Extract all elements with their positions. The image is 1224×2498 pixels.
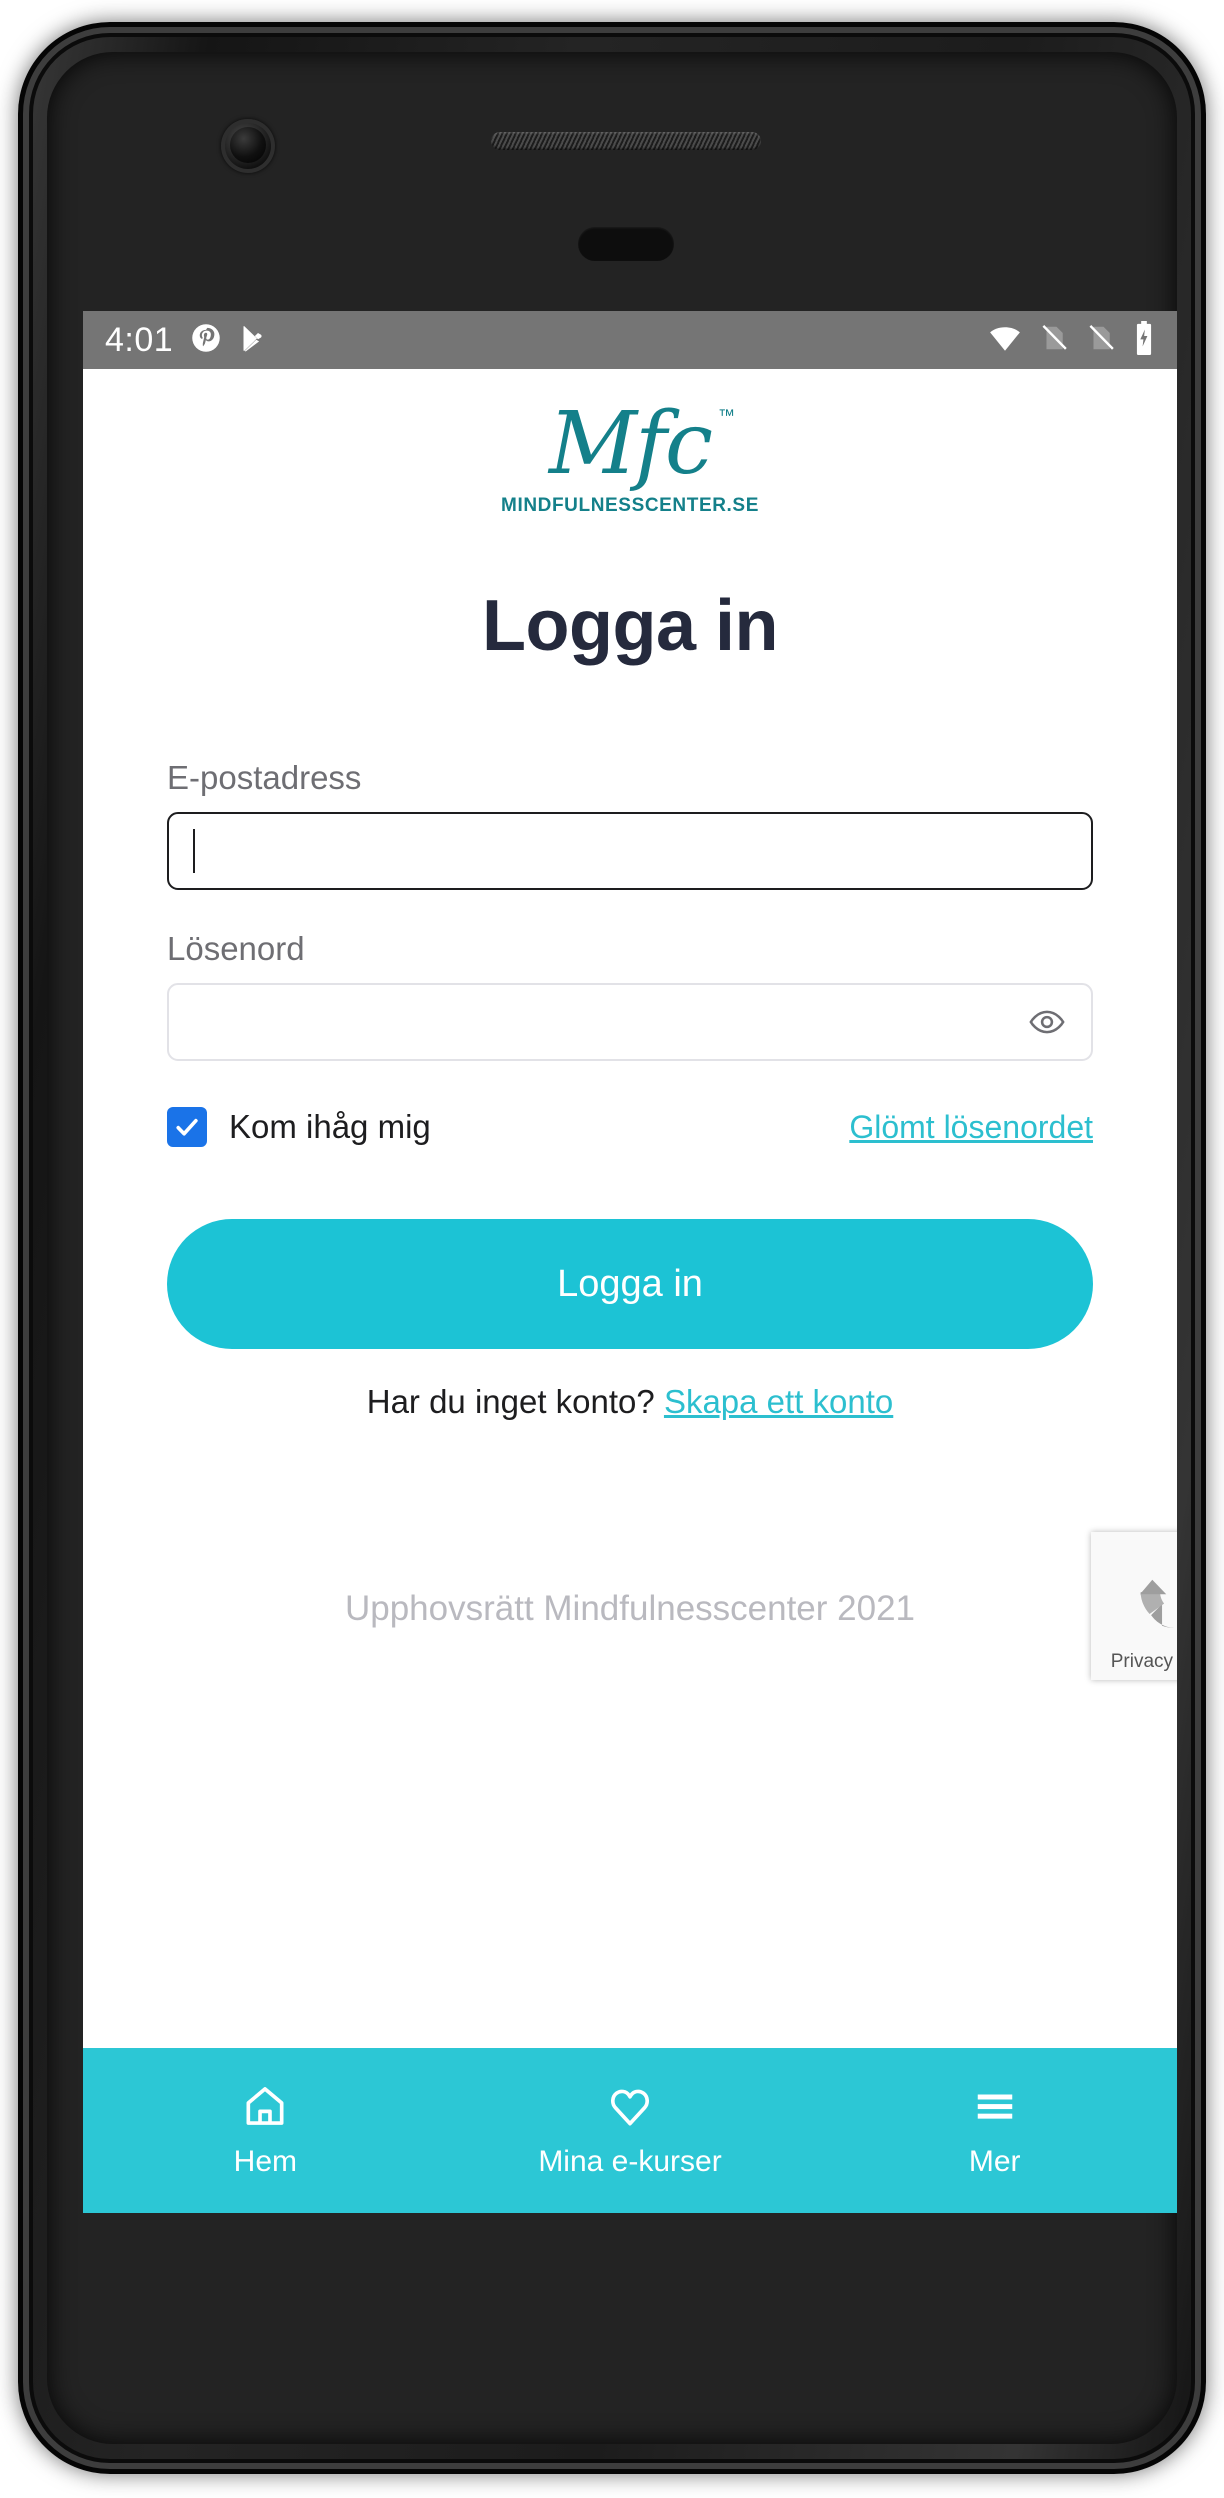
- nav-label-mer: Mer: [968, 2144, 1021, 2178]
- password-input[interactable]: [167, 983, 1093, 1061]
- nav-item-hem[interactable]: Hem: [83, 2083, 448, 2179]
- status-bar-right: [988, 320, 1155, 360]
- nav-label-hem: Hem: [233, 2144, 297, 2178]
- email-field-group: E-postadress: [167, 759, 1093, 890]
- heart-icon: [607, 2083, 653, 2134]
- recaptcha-terms-text[interactable]: Privacy - Terms: [1111, 1651, 1177, 1673]
- nav-item-mina-e-kurser[interactable]: Mina e-kurser: [448, 2083, 813, 2179]
- copyright-text: Upphovsrätt Mindfulnesscenter 2021: [344, 1589, 916, 1628]
- sim-card-off-icon: [1086, 323, 1116, 358]
- mfc-logo-icon: Mfc ™: [549, 401, 735, 487]
- login-submit-button[interactable]: Logga in: [167, 1219, 1093, 1349]
- nav-item-mer[interactable]: Mer: [812, 2083, 1177, 2179]
- wifi-icon: [988, 321, 1022, 360]
- logo-mark-text: Mfc: [548, 394, 713, 494]
- recaptcha-icon: [1128, 1544, 1177, 1645]
- status-bar: 4:01: [83, 311, 1177, 369]
- status-bar-left: 4:01: [105, 321, 269, 360]
- page-title: Logga in: [482, 586, 778, 666]
- status-bar-clock: 4:01: [105, 320, 174, 359]
- email-label: E-postadress: [167, 759, 362, 796]
- battery-charging-icon: [1133, 320, 1155, 360]
- signup-prompt: Har du inget konto?: [366, 1383, 655, 1420]
- recaptcha-badge[interactable]: Privacy - Terms: [1091, 1532, 1177, 1680]
- signup-row: Har du inget konto? Skapa ett konto: [167, 1383, 1093, 1421]
- camera-notch-pill: [578, 227, 674, 261]
- phone-device-frame: 4:01 Mfc ™ MINDFULNESSCENTER.SE Logga in…: [18, 22, 1206, 2474]
- eye-icon[interactable]: [1027, 1002, 1067, 1042]
- brand-wordmark: MINDFULNESSCENTER.SE: [501, 495, 759, 516]
- play-store-icon: [239, 323, 269, 358]
- sim-card-off-icon: [1039, 323, 1069, 358]
- password-label: Lösenord: [167, 930, 305, 967]
- front-camera-icon: [221, 119, 275, 173]
- earpiece-speaker-icon: [491, 132, 761, 150]
- trademark-symbol: ™: [718, 406, 735, 425]
- form-options-row: Kom ihåg mig Glömt lösenordet: [167, 1107, 1093, 1147]
- pinterest-icon: [191, 323, 221, 358]
- remember-me-checkbox[interactable]: [167, 1107, 207, 1147]
- hamburger-menu-icon: [972, 2083, 1018, 2134]
- email-input[interactable]: [167, 812, 1093, 890]
- login-screen-body: Mfc ™ MINDFULNESSCENTER.SE Logga in E-po…: [83, 369, 1177, 2048]
- home-icon: [242, 2083, 288, 2134]
- remember-me-label[interactable]: Kom ihåg mig: [229, 1108, 431, 1146]
- forgot-password-link[interactable]: Glömt lösenordet: [849, 1109, 1093, 1146]
- text-cursor: [193, 829, 195, 873]
- phone-screen: 4:01 Mfc ™ MINDFULNESSCENTER.SE Logga in…: [83, 311, 1177, 2213]
- nav-label-mina-e-kurser: Mina e-kurser: [538, 2144, 722, 2178]
- bottom-navigation-bar: Hem Mina e-kurser Mer: [83, 2048, 1177, 2213]
- password-field-group: Lösenord: [167, 930, 1093, 1061]
- brand-logo: Mfc ™ MINDFULNESSCENTER.SE: [167, 369, 1093, 517]
- create-account-link[interactable]: Skapa ett konto: [664, 1383, 893, 1420]
